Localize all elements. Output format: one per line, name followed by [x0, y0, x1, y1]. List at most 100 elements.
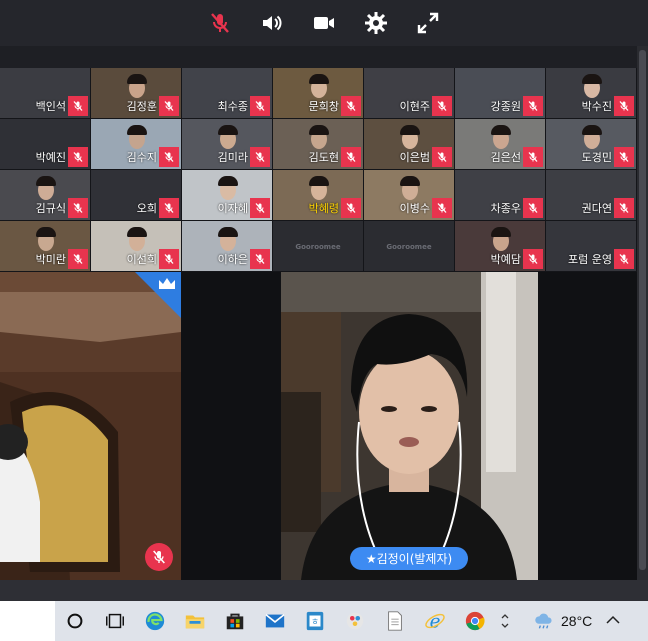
- participant-mute-indicator: [523, 249, 543, 269]
- participant-name: 이자혜: [217, 202, 248, 215]
- mic-muted-icon: [255, 254, 265, 264]
- host-mute-button[interactable]: [145, 543, 173, 571]
- mic-muted-icon: [437, 152, 447, 162]
- paint-icon: [346, 612, 364, 630]
- mic-muted-icon: [255, 101, 265, 111]
- participant-mute-indicator: [523, 96, 543, 116]
- svg-text:ㅎ: ㅎ: [311, 617, 319, 627]
- participant-tile[interactable]: 김도현: [273, 119, 364, 170]
- participant-tile[interactable]: 차종우: [455, 170, 546, 221]
- participant-tile[interactable]: 백인석: [0, 68, 91, 119]
- mail-icon: [265, 613, 285, 628]
- participant-name: 김미라: [217, 151, 248, 164]
- participant-tile[interactable]: 도경민: [546, 119, 637, 170]
- taskbar-search-box[interactable]: [0, 601, 55, 641]
- task-view-button[interactable]: [95, 601, 135, 641]
- participant-name: 김규식: [35, 202, 66, 215]
- participant-tile[interactable]: 박수진: [546, 68, 637, 119]
- participant-tile[interactable]: 김은선: [455, 119, 546, 170]
- host-video-tile[interactable]: [0, 272, 181, 580]
- participant-name: 박수진: [581, 100, 612, 113]
- participant-tile[interactable]: 이현주: [364, 68, 455, 119]
- scrollbar-thumb[interactable]: [639, 50, 646, 570]
- settings-button[interactable]: [361, 8, 391, 38]
- notepad-button[interactable]: [375, 601, 415, 641]
- mic-muted-icon: [528, 101, 538, 111]
- show-hidden-icons-button[interactable]: [606, 614, 620, 629]
- participant-tile[interactable]: 이은범: [364, 119, 455, 170]
- mic-muted-icon: [528, 254, 538, 264]
- fullscreen-button[interactable]: [413, 8, 443, 38]
- participant-name: 이은범: [399, 151, 430, 164]
- edge-button[interactable]: [135, 601, 175, 641]
- camera-button[interactable]: [309, 8, 339, 38]
- participant-hair: [400, 176, 420, 186]
- participant-hair: [36, 227, 56, 237]
- store-button[interactable]: [215, 601, 255, 641]
- chrome-button[interactable]: [455, 601, 495, 641]
- participant-name: 김도현: [308, 151, 339, 164]
- participant-tile[interactable]: 박미란: [0, 221, 91, 272]
- paint-button[interactable]: [335, 601, 375, 641]
- participant-tile[interactable]: 오희: [91, 170, 182, 221]
- speaker-button[interactable]: [257, 8, 287, 38]
- participant-mute-indicator: [614, 249, 634, 269]
- participant-name: 오희: [136, 202, 157, 215]
- participant-name: 이선희: [126, 253, 157, 266]
- weather-widget[interactable]: 28°C: [533, 610, 592, 632]
- participant-tile[interactable]: Gooroomee: [364, 221, 455, 272]
- participant-tile[interactable]: 최수종: [182, 68, 273, 119]
- participant-tile[interactable]: 김규식: [0, 170, 91, 221]
- participant-name: 강종원: [490, 100, 521, 113]
- mic-muted-icon: [153, 550, 165, 564]
- mail-button[interactable]: [255, 601, 295, 641]
- host-video-frame: [0, 272, 181, 580]
- participant-mute-indicator: [68, 198, 88, 218]
- participant-mute-indicator: [250, 96, 270, 116]
- grid-scrollbar[interactable]: [637, 46, 648, 580]
- participant-tile[interactable]: 문희창: [273, 68, 364, 119]
- mic-muted-icon: [73, 152, 83, 162]
- presenter-video-tile[interactable]: [281, 272, 538, 580]
- taskbar-scroll-chevron[interactable]: [495, 601, 515, 641]
- participant-mute-indicator: [68, 147, 88, 167]
- participant-tile[interactable]: 이하은: [182, 221, 273, 272]
- participant-tile[interactable]: 권다연: [546, 170, 637, 221]
- participant-mute-indicator: [159, 198, 179, 218]
- notepad-icon: [388, 611, 402, 631]
- mic-muted-icon: [437, 203, 447, 213]
- participant-tile[interactable]: Gooroomee: [273, 221, 364, 272]
- participant-tile[interactable]: 이자혜: [182, 170, 273, 221]
- mic-toggle-button[interactable]: [205, 8, 235, 38]
- participant-name: 김정훈: [126, 100, 157, 113]
- participant-mute-indicator: [250, 147, 270, 167]
- participant-mute-indicator: [68, 96, 88, 116]
- hangul-button[interactable]: ㅎ: [295, 601, 335, 641]
- participant-mute-indicator: [614, 147, 634, 167]
- participant-tile[interactable]: 이선희: [91, 221, 182, 272]
- presenter-video-frame: [281, 272, 538, 580]
- participant-tile[interactable]: 김수지: [91, 119, 182, 170]
- participant-tile[interactable]: 박예진: [0, 119, 91, 170]
- top-toolbar: [0, 0, 648, 46]
- cortana-button[interactable]: [55, 601, 95, 641]
- participant-tile[interactable]: 김정훈: [91, 68, 182, 119]
- mic-muted-icon: [528, 203, 538, 213]
- mic-muted-icon: [619, 152, 629, 162]
- participant-hair: [218, 125, 238, 135]
- participant-mute-indicator: [523, 198, 543, 218]
- participant-hair: [218, 227, 238, 237]
- participant-mute-indicator: [159, 249, 179, 269]
- participant-tile[interactable]: 강종원: [455, 68, 546, 119]
- participant-tile[interactable]: 박혜령: [273, 170, 364, 221]
- participant-tile[interactable]: 박예담: [455, 221, 546, 272]
- internet-explorer-button[interactable]: e: [415, 601, 455, 641]
- file-explorer-button[interactable]: [175, 601, 215, 641]
- participant-tile[interactable]: 김미라: [182, 119, 273, 170]
- participant-tile[interactable]: 포럼 운영: [546, 221, 637, 272]
- participant-hair: [218, 176, 238, 186]
- mic-muted-icon: [73, 203, 83, 213]
- mic-muted-icon: [255, 203, 265, 213]
- participant-tile[interactable]: 이병수: [364, 170, 455, 221]
- participant-hair: [36, 176, 56, 186]
